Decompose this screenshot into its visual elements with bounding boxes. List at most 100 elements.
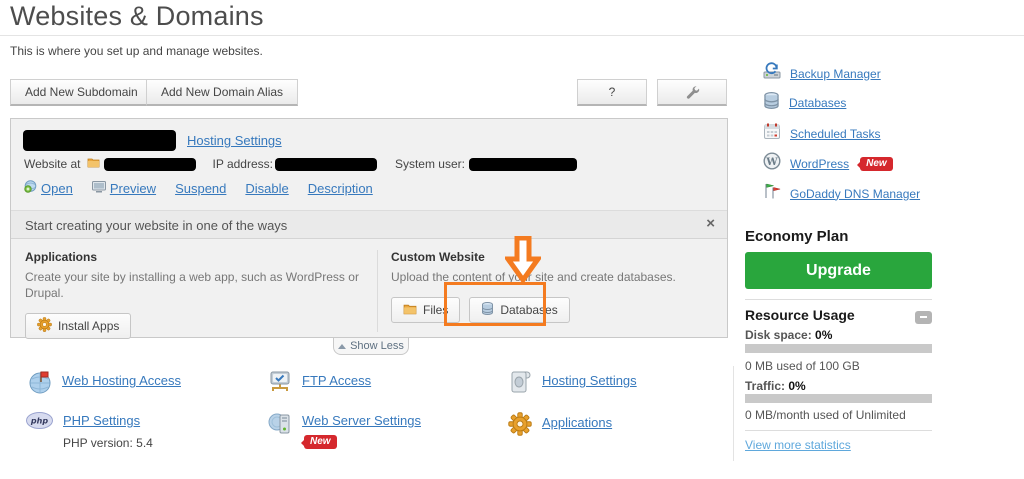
redacted-website-path [104,157,197,171]
quick-link-applications: Applications [508,412,612,441]
add-new-subdomain-button[interactable]: Add New Subdomain [10,79,153,106]
php-version-text: PHP version: 5.4 [63,436,153,450]
traffic-label: Traffic: 0% [745,379,806,393]
web-server-settings-link[interactable]: Web Server Settings [302,413,421,428]
traffic-label-text: Traffic: [745,379,786,393]
database-icon [763,92,780,114]
add-new-domain-alias-button[interactable]: Add New Domain Alias [146,79,299,106]
install-apps-button[interactable]: Install Apps [25,313,132,339]
quick-link-web-server-settings: Web Server Settings New [268,412,421,449]
database-icon [481,302,494,318]
quick-link-php-settings: php PHP Settings PHP version: 5.4 [26,412,153,450]
web-hosting-access-link[interactable]: Web Hosting Access [62,373,181,388]
disk-space-progress-bar [745,344,932,353]
applications-heading: Applications [25,250,98,264]
suspend-link[interactable]: Suspend [175,181,226,196]
redacted-ip-address [274,157,377,171]
show-less-label: Show Less [350,340,404,352]
upgrade-button[interactable]: Upgrade [745,252,932,289]
redacted-domain-name [23,130,176,151]
system-user-label: System user: [394,157,465,171]
gear-icon [37,317,52,335]
page-title: Websites & Domains [10,1,264,31]
show-less-tab[interactable]: Show Less [333,338,409,355]
quick-link-ftp-access: FTP Access [268,370,371,399]
applications-section: Applications Create your site by install… [25,250,365,339]
domain-actions-row: Open Preview Suspend Disable Description [24,180,373,196]
backup-icon [763,62,781,85]
calendar-icon [763,122,781,145]
files-label: Files [423,303,449,317]
gear-icon [508,412,532,441]
ftp-access-link[interactable]: FTP Access [302,373,371,388]
applications-link[interactable]: Applications [542,415,612,430]
redacted-system-user [469,157,577,171]
custom-website-heading: Custom Website [391,250,485,264]
close-icon[interactable]: × [706,215,715,232]
section-divider [377,250,378,332]
disk-space-detail: 0 MB used of 100 GB [745,359,860,373]
folder-icon [403,303,417,318]
svg-text:W: W [765,157,778,168]
godaddy-dns-manager-link[interactable]: GoDaddy DNS Manager [790,187,920,201]
content-sidebar-divider [733,366,734,461]
sidebar-item-wordpress: W WordPress New [763,152,893,175]
hosting-settings-link[interactable]: Hosting Settings [187,133,282,148]
disk-space-value: 0% [815,328,833,342]
resource-usage-heading: Resource Usage [745,307,855,323]
databases-button[interactable]: Databases [469,297,570,323]
plan-name: Economy Plan [745,228,849,245]
domain-info-row: Website at IP address: System user: [24,157,577,171]
wordpress-icon: W [763,152,781,175]
files-button[interactable]: Files [391,297,461,323]
traffic-progress-bar [745,394,932,403]
sidebar-item-databases: Databases [763,92,846,114]
applications-description: Create your site by installing a web app… [25,270,359,300]
open-link[interactable]: Open [41,181,73,196]
globe-icon [24,180,37,196]
preview-link[interactable]: Preview [110,181,156,196]
php-settings-link[interactable]: PHP Settings [63,413,140,428]
databases-link[interactable]: Databases [789,96,846,110]
sidebar-item-scheduled-tasks: Scheduled Tasks [763,122,881,145]
getting-started-bar: Start creating your website in one of th… [11,210,727,239]
scheduled-tasks-link[interactable]: Scheduled Tasks [790,127,881,141]
getting-started-title: Start creating your website in one of th… [25,218,288,233]
svg-text:php: php [30,417,48,426]
wordpress-link[interactable]: WordPress [790,157,849,171]
domain-panel: Hosting Settings Website at IP address: … [10,118,728,339]
new-badge: New [301,435,337,449]
ip-address-label: IP address: [212,157,273,171]
tools-button[interactable] [657,79,727,106]
collapse-caret-icon [338,343,347,349]
sidebar-divider [745,299,932,300]
sidebar-item-backup-manager: Backup Manager [763,62,881,85]
description-link[interactable]: Description [308,181,373,196]
php-icon: php [26,412,53,434]
flags-icon [763,182,781,205]
collapse-minus-icon[interactable] [915,311,932,324]
page-subtitle: This is where you set up and manage webs… [10,44,263,58]
title-divider [0,35,1024,36]
scroll-icon [508,370,532,399]
sidebar-item-godaddy-dns: GoDaddy DNS Manager [763,182,920,205]
quick-link-web-hosting-access: Web Hosting Access [28,370,181,399]
view-more-statistics-link[interactable]: View more statistics [745,438,851,452]
install-apps-label: Install Apps [58,319,120,333]
disk-space-label: Disk space: 0% [745,328,832,342]
hosting-settings-quick-link[interactable]: Hosting Settings [542,373,637,388]
new-badge: New [857,156,893,171]
globe-flag-icon [28,370,52,399]
backup-manager-link[interactable]: Backup Manager [790,67,881,81]
disable-link[interactable]: Disable [245,181,288,196]
folder-icon [87,157,100,171]
disk-space-label-text: Disk space: [745,328,812,342]
custom-website-section: Custom Website Upload the content of you… [391,250,721,323]
wrench-icon [685,85,700,103]
preview-icon [91,180,106,196]
help-button[interactable]: ? [577,79,647,106]
databases-label: Databases [500,303,558,317]
sidebar-divider [745,430,932,431]
custom-website-description: Upload the content of your site and crea… [391,270,676,284]
traffic-detail: 0 MB/month used of Unlimited [745,408,906,422]
